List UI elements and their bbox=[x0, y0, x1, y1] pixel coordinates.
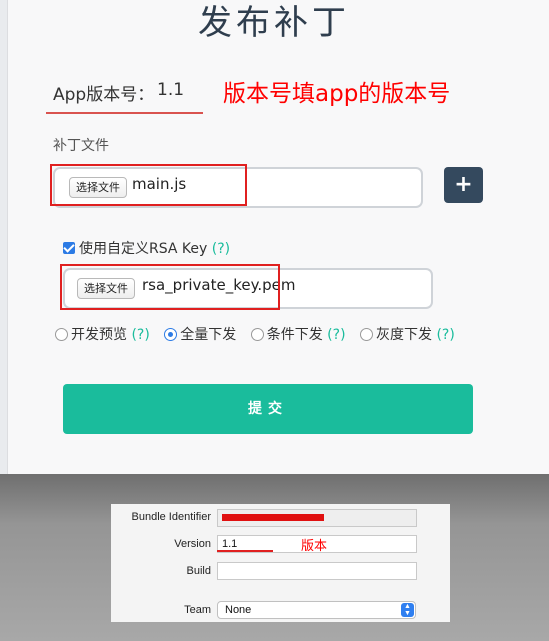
radio-conditional-release[interactable]: 条件下发 (?) bbox=[250, 324, 346, 344]
rsa-key-checkbox[interactable] bbox=[63, 242, 75, 254]
radio-gray-release-circle[interactable] bbox=[359, 328, 373, 341]
build-field[interactable] bbox=[217, 562, 417, 580]
radio-full-release-label: 全量下发 bbox=[180, 327, 237, 343]
bundle-identifier-field[interactable] bbox=[217, 509, 417, 527]
radio-conditional-release-label: 条件下发 bbox=[266, 327, 323, 343]
radio-full-release[interactable]: 全量下发 bbox=[164, 324, 236, 344]
radio-conditional-release-circle[interactable] bbox=[250, 328, 264, 341]
version-annotation: 版本号填app的版本号 bbox=[223, 81, 451, 107]
version-field-underline bbox=[217, 550, 273, 552]
patch-file-label: 补丁文件 bbox=[53, 138, 109, 154]
radio-gray-release-label: 灰度下发 bbox=[375, 327, 432, 343]
version-label: App版本号： bbox=[53, 85, 155, 105]
version-label-xcode: Version bbox=[174, 538, 211, 550]
rsa-key-help[interactable]: (?) bbox=[212, 241, 230, 257]
version-value[interactable]: 1.1 bbox=[157, 80, 184, 100]
radio-conditional-release-help[interactable]: (?) bbox=[327, 327, 345, 343]
plus-icon: + bbox=[454, 172, 473, 197]
radio-gray-release-help[interactable]: (?) bbox=[436, 327, 454, 343]
add-file-button[interactable]: + bbox=[444, 167, 483, 203]
radio-dev-preview-circle[interactable] bbox=[55, 328, 68, 341]
chevron-up-down-icon: ▲ ▼ bbox=[401, 603, 414, 617]
page-title: 发布补丁 bbox=[198, 3, 350, 43]
key-file-highlight bbox=[60, 264, 280, 310]
build-label: Build bbox=[186, 565, 211, 577]
bundle-identifier-label: Bundle Identifier bbox=[131, 511, 212, 523]
version-field-annotation: 版本 bbox=[301, 539, 328, 554]
rsa-key-option[interactable]: 使用自定义RSA Key (?) bbox=[63, 238, 230, 258]
xcode-identity-panel: Bundle Identifier Version 1.1 版本 Build T… bbox=[111, 504, 450, 622]
team-select-value: None bbox=[225, 604, 252, 616]
rsa-key-label: 使用自定义RSA Key bbox=[79, 241, 208, 257]
radio-full-release-circle[interactable] bbox=[164, 328, 178, 341]
radio-dev-preview[interactable]: 开发预览 (?) bbox=[55, 324, 150, 344]
radio-gray-release[interactable]: 灰度下发 (?) bbox=[359, 324, 455, 344]
submit-button[interactable]: 提交 bbox=[63, 384, 473, 434]
patch-file-highlight bbox=[50, 164, 247, 206]
team-label: Team bbox=[184, 604, 211, 616]
release-mode-group: 开发预览 (?) 全量下发 条件下发 (?) 灰度下发 (?) bbox=[55, 324, 465, 344]
radio-dev-preview-help[interactable]: (?) bbox=[131, 327, 149, 343]
radio-dev-preview-label: 开发预览 bbox=[71, 327, 127, 343]
team-select[interactable]: None ▲ ▼ bbox=[217, 601, 416, 619]
version-underline bbox=[46, 112, 203, 114]
bundle-identifier-redaction bbox=[222, 514, 324, 521]
